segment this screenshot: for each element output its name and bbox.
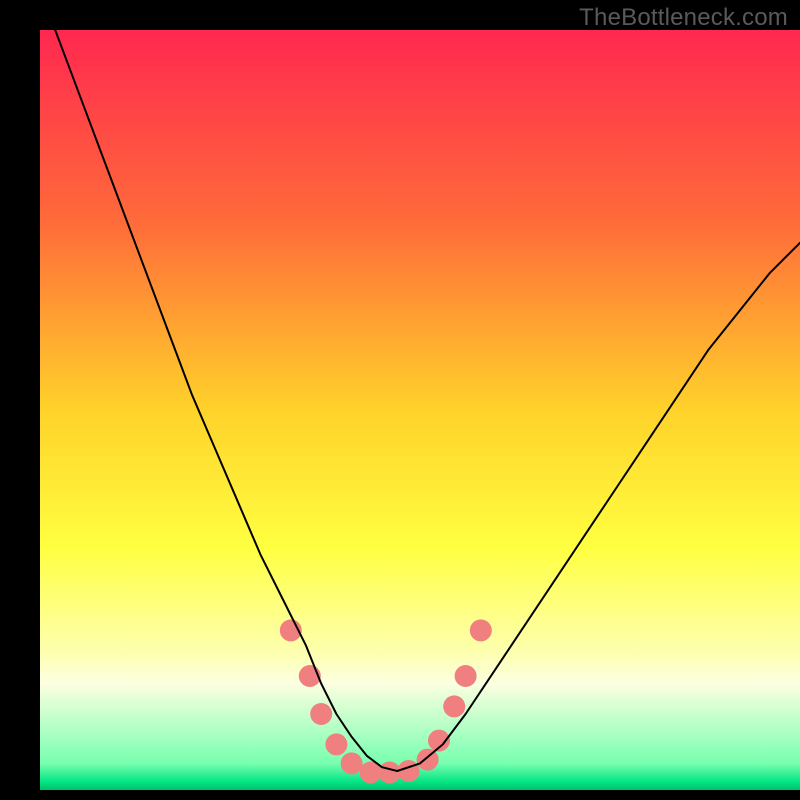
highlight-marker (379, 762, 401, 784)
highlight-marker (325, 733, 347, 755)
watermark-text: TheBottleneck.com (579, 4, 788, 32)
chart-frame: TheBottleneck.com (0, 0, 800, 800)
highlight-marker (443, 695, 465, 717)
highlight-marker (455, 665, 477, 687)
plot-background (40, 30, 800, 790)
highlight-marker (310, 703, 332, 725)
chart-canvas (0, 0, 800, 800)
highlight-marker (470, 619, 492, 641)
highlight-marker (341, 752, 363, 774)
highlight-marker (398, 760, 420, 782)
